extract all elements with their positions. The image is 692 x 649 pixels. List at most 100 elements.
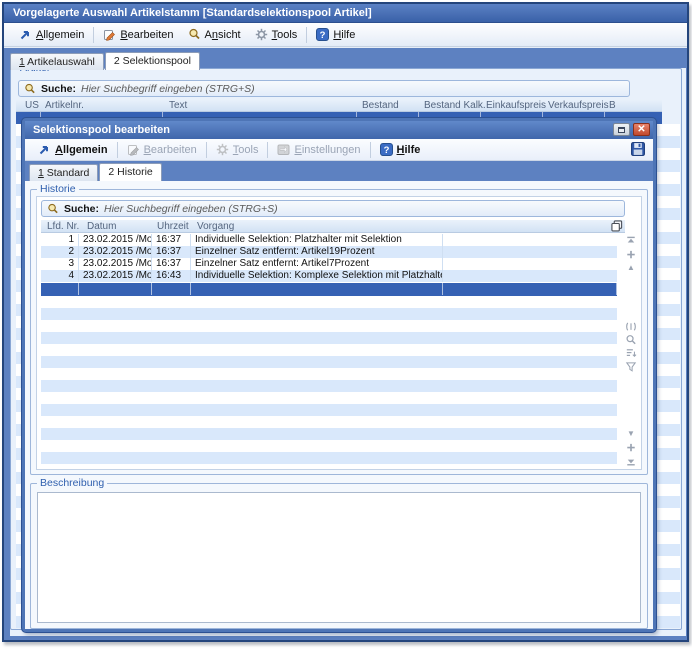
menu-item-tools[interactable]: Tools: [248, 26, 305, 43]
menu-item-label: Hilfe: [333, 29, 355, 41]
column-header-lfdnr[interactable]: Lfd. Nr.: [47, 221, 79, 232]
dialog-menubar: Allgemein Bearbeiten Tools Einstellungen…: [25, 139, 653, 161]
close-button[interactable]: ✕: [633, 123, 650, 136]
main-tabstrip: 1 Artikelauswahl 2 Selektionspool: [10, 52, 201, 70]
restore-button[interactable]: [613, 123, 630, 136]
copy-icon[interactable]: [611, 220, 623, 232]
menu-item-label: Hilfe: [397, 144, 421, 156]
table-row[interactable]: 3 23.02.2015 /Mo 16:37 Einzelner Satz en…: [41, 258, 617, 270]
menu-item-label: Bearbeiten: [120, 29, 173, 41]
menu-item-tools[interactable]: Tools: [209, 141, 266, 158]
tab-selektionspool[interactable]: 2 Selektionspool: [105, 52, 200, 70]
column-header-b[interactable]: B: [609, 100, 616, 111]
menu-item-allgemein[interactable]: Allgemein: [12, 26, 91, 43]
tab-historie[interactable]: 2 Historie: [99, 163, 161, 181]
cell-vorgang: Einzelner Satz entfernt: Artikel19Prozen…: [191, 246, 443, 258]
cell-datum: 23.02.2015 /Mo: [79, 246, 152, 258]
cell-datum: 23.02.2015 /Mo: [79, 234, 152, 246]
cell-blank: [443, 283, 617, 295]
historie-groupbox: Historie Suche: Hier Suchbegriff eingebe…: [30, 189, 648, 475]
table-row[interactable]: 1 23.02.2015 /Mo 16:37 Individuelle Sele…: [41, 234, 617, 246]
menu-item-hilfe[interactable]: Hilfe: [373, 141, 428, 158]
cell-datum: 23.02.2015 /Mo: [79, 258, 152, 270]
column-header-vorgang[interactable]: Vorgang: [197, 221, 234, 232]
cell-vorgang: [191, 283, 443, 295]
menu-separator: [117, 142, 118, 158]
dialog-window: Selektionspool bearbeiten ✕ Allgemein Be…: [22, 118, 656, 632]
filter-icon[interactable]: [625, 361, 637, 372]
grid-nav-strip: ▲ ▼: [623, 235, 639, 467]
menu-item-bearbeiten[interactable]: Bearbeiten: [96, 26, 180, 43]
menu-separator: [306, 27, 307, 43]
menu-item-bearbeiten[interactable]: Bearbeiten: [120, 141, 204, 158]
cell-lfdnr: 3: [41, 258, 79, 270]
menu-item-allgemein[interactable]: Allgemein: [31, 141, 115, 158]
beschreibung-textarea[interactable]: [37, 492, 641, 623]
move-down-icon[interactable]: [625, 442, 637, 453]
scroll-bottom-icon[interactable]: [625, 455, 637, 466]
tab-standard[interactable]: 1 Standard: [29, 164, 98, 181]
search-icon: [47, 203, 59, 215]
restore-icon: [618, 127, 625, 133]
save-icon[interactable]: [631, 142, 645, 156]
cell-lfdnr: 4: [41, 270, 79, 282]
column-header-einkaufspreis[interactable]: Einkaufspreis: [486, 100, 546, 111]
dialog-window-buttons: ✕: [613, 123, 650, 136]
close-icon: ✕: [637, 125, 645, 135]
cell-lfdnr: 2: [41, 246, 79, 258]
dialog-title: Selektionspool bearbeiten: [33, 124, 170, 136]
cell-uhrzeit: 16:37: [152, 258, 191, 270]
column-header-artikelnr[interactable]: Artikelnr.: [45, 100, 84, 111]
step-down-icon[interactable]: ▼: [625, 428, 637, 440]
menu-item-einstellungen[interactable]: Einstellungen: [270, 141, 367, 158]
column-header-datum[interactable]: Datum: [87, 221, 116, 232]
menu-item-label: Tools: [233, 144, 259, 156]
column-header-bestand[interactable]: Bestand: [362, 100, 399, 111]
menu-item-label: Allgemein: [36, 29, 84, 41]
historie-empty-rows: [41, 296, 617, 466]
menu-item-ansicht[interactable]: Ansicht: [181, 26, 248, 43]
cell-datum: [79, 283, 152, 295]
menu-item-hilfe[interactable]: Hilfe: [309, 26, 362, 43]
arrow-icon: [38, 143, 51, 156]
column-width-icon[interactable]: [625, 321, 637, 332]
column-header-text[interactable]: Text: [169, 100, 187, 111]
menu-separator: [267, 142, 268, 158]
search-label: Suche:: [64, 203, 99, 215]
move-up-icon[interactable]: [625, 249, 637, 260]
sort-icon[interactable]: [625, 347, 637, 358]
menu-item-label: Tools: [272, 29, 298, 41]
artikel-search-input[interactable]: Suche: Hier Suchbegriff eingeben (STRG+S…: [18, 80, 630, 97]
cell-uhrzeit: 16:37: [152, 234, 191, 246]
column-header-uhrzeit[interactable]: Uhrzeit: [157, 221, 189, 232]
edit-icon: [103, 28, 116, 41]
dialog-titlebar[interactable]: Selektionspool bearbeiten: [25, 121, 653, 139]
screen: Vorgelagerte Auswahl Artikelstamm [Stand…: [0, 0, 692, 649]
table-row[interactable]: 2 23.02.2015 /Mo 16:37 Einzelner Satz en…: [41, 246, 617, 258]
column-header-verkaufspreis[interactable]: Verkaufspreis: [548, 100, 609, 111]
main-titlebar[interactable]: Vorgelagerte Auswahl Artikelstamm [Stand…: [4, 4, 687, 23]
cell-blank: [443, 270, 617, 282]
cell-uhrzeit: [152, 283, 191, 295]
column-header-bestand-kalk[interactable]: Bestand Kalk.: [424, 100, 486, 111]
table-row-selected[interactable]: [41, 283, 617, 296]
cell-uhrzeit: 16:43: [152, 270, 191, 282]
table-row[interactable]: 4 23.02.2015 /Mo 16:43 Individuelle Sele…: [41, 270, 617, 282]
tab-artikelauswahl[interactable]: 1 Artikelauswahl: [10, 53, 104, 70]
column-header-us[interactable]: US: [25, 100, 39, 111]
main-window-title: Vorgelagerte Auswahl Artikelstamm [Stand…: [13, 7, 372, 19]
tab-label: 1 Standard: [38, 167, 89, 179]
menu-separator: [370, 142, 371, 158]
help-icon: [380, 143, 393, 156]
gear-icon: [216, 143, 229, 156]
search-icon[interactable]: [625, 334, 637, 345]
cell-vorgang: Individuelle Selektion: Platzhalter mit …: [191, 234, 443, 246]
magnifier-icon: [188, 28, 201, 41]
step-up-icon[interactable]: ▲: [625, 262, 637, 274]
edit-icon: [127, 143, 140, 156]
historie-search-input[interactable]: Suche: Hier Suchbegriff eingeben (STRG+S…: [41, 200, 625, 217]
settings-icon: [277, 143, 290, 156]
tab-label: 1 Artikelauswahl: [19, 56, 95, 68]
cell-lfdnr: 1: [41, 234, 79, 246]
scroll-top-icon[interactable]: [625, 236, 637, 247]
